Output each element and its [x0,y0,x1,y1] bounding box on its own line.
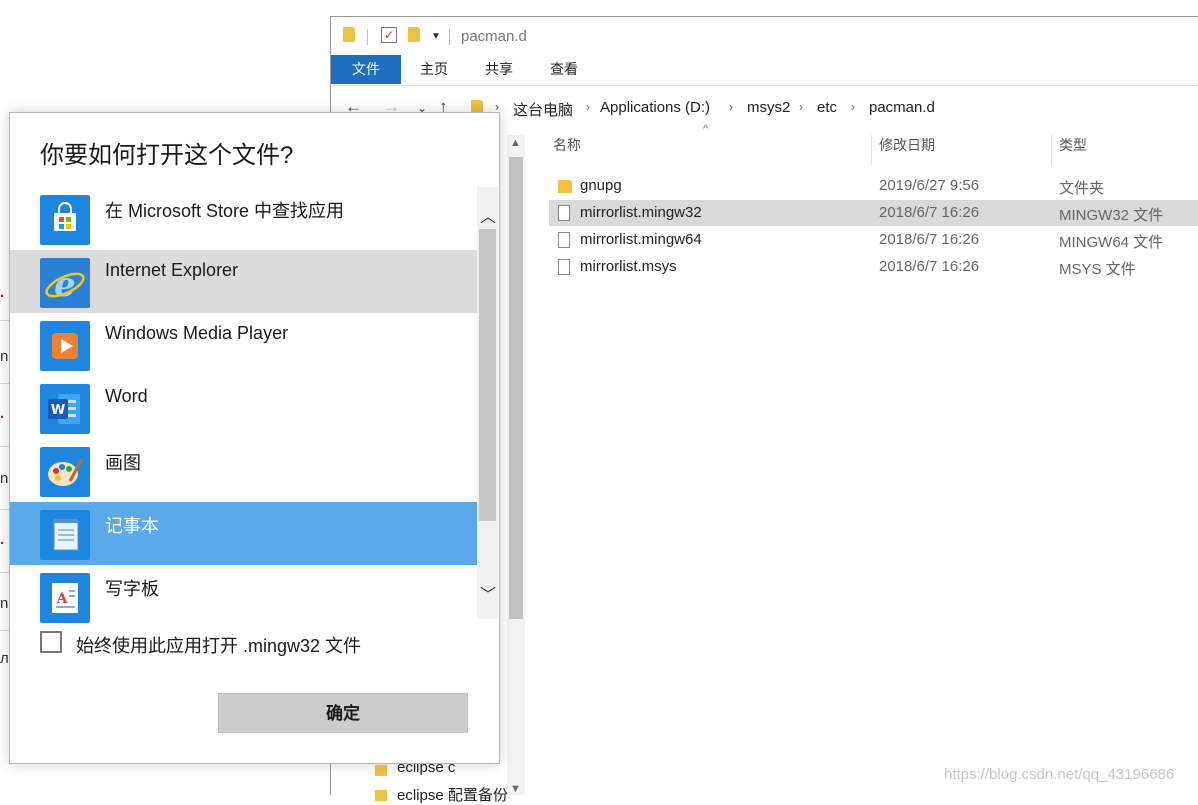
dialog-title: 你要如何打开这个文件? [40,142,294,169]
file-name: mirrorlist.mingw64 [580,231,702,248]
window-title: pacman.d [461,28,527,45]
file-type: 文件夹 [1059,180,1105,197]
scroll-thumb[interactable] [509,157,523,619]
new-folder-icon[interactable] [408,27,420,42]
app-label: Word [105,386,148,406]
chevron-up-icon[interactable]: ︿ [480,203,496,227]
file-type: MSYS 文件 [1059,261,1136,278]
file-row[interactable]: mirrorlist.mingw32 2018/6/7 16:26 MINGW3… [549,200,1198,226]
file-date: 2018/6/7 16:26 [879,204,980,221]
column-divider[interactable] [871,135,872,165]
app-option-paint[interactable]: 画图 [10,439,478,502]
properties-icon[interactable]: ✓ [381,27,397,43]
app-label: 记事本 [105,516,159,536]
tab-file[interactable]: 文件 [331,55,401,84]
file-icon [558,205,570,221]
file-name: mirrorlist.mingw32 [580,204,702,221]
folder-icon [375,790,387,801]
breadcrumb-etc[interactable]: etc [817,99,837,116]
app-option-word[interactable]: W Word [10,376,478,439]
app-option-notepad[interactable]: 记事本 [10,502,498,565]
chevron-right-icon[interactable]: › [729,100,733,114]
toolbar-separator [449,29,450,45]
bg-fragment: . [0,531,5,548]
chevron-right-icon[interactable]: › [851,100,855,114]
wordpad-icon: A [40,573,90,623]
breadcrumb-this-pc[interactable]: 这台电脑 [513,99,573,120]
file-icon [558,259,570,275]
word-icon: W [40,384,90,434]
svg-text:e: e [54,265,76,305]
file-name: gnupg [580,177,622,194]
watermark: https://blog.csdn.net/qq_43196686 [944,766,1175,783]
bg-fragment: л [0,650,9,667]
tab-share[interactable]: 共享 [474,55,524,84]
internet-explorer-icon: e [40,258,90,308]
svg-text:W: W [51,403,65,418]
tab-home[interactable]: 主页 [409,55,459,84]
chevron-right-icon[interactable]: › [586,100,590,114]
title-bar: ✓ ▼ pacman.d [331,17,1198,55]
file-type: MINGW32 文件 [1059,207,1164,224]
open-with-dialog: 你要如何打开这个文件? 在 Microsoft Store 中查找应用 e In… [9,112,500,764]
folder-icon [343,27,355,42]
column-header-type[interactable]: 类型 [1059,135,1087,155]
app-label: 写字板 [105,579,159,599]
file-type: MINGW64 文件 [1059,234,1164,251]
scroll-thumb[interactable] [479,229,496,521]
chevron-up-icon[interactable]: ▲ [510,137,521,149]
file-row[interactable]: gnupg 2019/6/27 9:56 文件夹 [549,173,1198,199]
breadcrumb-pacman[interactable]: pacman.d [869,99,935,116]
notepad-icon [40,510,90,560]
app-option-wordpad[interactable]: A 写字板 [10,565,478,628]
always-use-label[interactable]: 始终使用此应用打开 .mingw32 文件 [76,632,361,658]
file-date: 2019/6/27 9:56 [879,177,980,194]
file-name: mirrorlist.msys [580,258,677,275]
toolbar-separator [367,29,368,45]
breadcrumb[interactable]: › 这台电脑 › Applications (D:) › msys2 › etc… [463,96,1198,120]
chevron-down-icon[interactable]: ▼ [510,783,521,795]
sort-up-icon: ^ [703,123,709,135]
app-option-media-player[interactable]: Windows Media Player [10,313,478,376]
ok-button[interactable]: 确定 [218,693,468,733]
media-player-icon [40,321,90,371]
tree-item[interactable]: eclipse 配置备份 [397,784,508,805]
nav-pane-scrollbar[interactable]: ▲ ▼ [507,135,525,795]
column-divider[interactable] [1051,135,1052,165]
svg-text:A: A [56,591,69,607]
bg-fragment: . [0,284,5,301]
app-label: Windows Media Player [105,323,289,343]
ribbon-tabs: 文件 主页 共享 查看 [331,55,1198,86]
file-date: 2018/6/7 16:26 [879,258,980,275]
folder-icon [558,180,572,193]
column-header-name[interactable]: 名称 [553,135,581,155]
file-icon [558,232,570,248]
file-row[interactable]: mirrorlist.mingw64 2018/6/7 16:26 MINGW6… [549,227,1198,253]
bg-fragment: . [0,405,5,422]
app-option-internet-explorer[interactable]: e Internet Explorer [10,250,478,313]
store-icon [40,195,90,245]
app-label: 在 Microsoft Store 中查找应用 [105,201,345,221]
chevron-right-icon[interactable]: › [799,100,803,114]
column-header-date[interactable]: 修改日期 [879,135,935,155]
file-row[interactable]: mirrorlist.msys 2018/6/7 16:26 MSYS 文件 [549,254,1198,280]
bg-fragment: n [0,470,9,487]
chevron-down-icon[interactable]: ▼ [431,31,441,42]
bg-fragment: n [0,348,9,365]
app-label: Internet Explorer [105,260,239,280]
file-date: 2018/6/7 16:26 [879,231,980,248]
breadcrumb-msys2[interactable]: msys2 [747,99,790,116]
folder-icon [375,765,387,776]
breadcrumb-drive[interactable]: Applications (D:) [600,99,710,116]
bg-fragment: n [0,595,9,612]
app-label: 画图 [105,453,141,473]
tab-view[interactable]: 查看 [539,55,589,84]
app-list-scrollbar[interactable]: ︿ ﹀ [477,187,498,619]
paint-icon [40,447,90,497]
always-use-checkbox[interactable] [40,631,62,653]
app-option-store[interactable]: 在 Microsoft Store 中查找应用 [10,187,478,250]
chevron-down-icon[interactable]: ﹀ [480,581,496,605]
